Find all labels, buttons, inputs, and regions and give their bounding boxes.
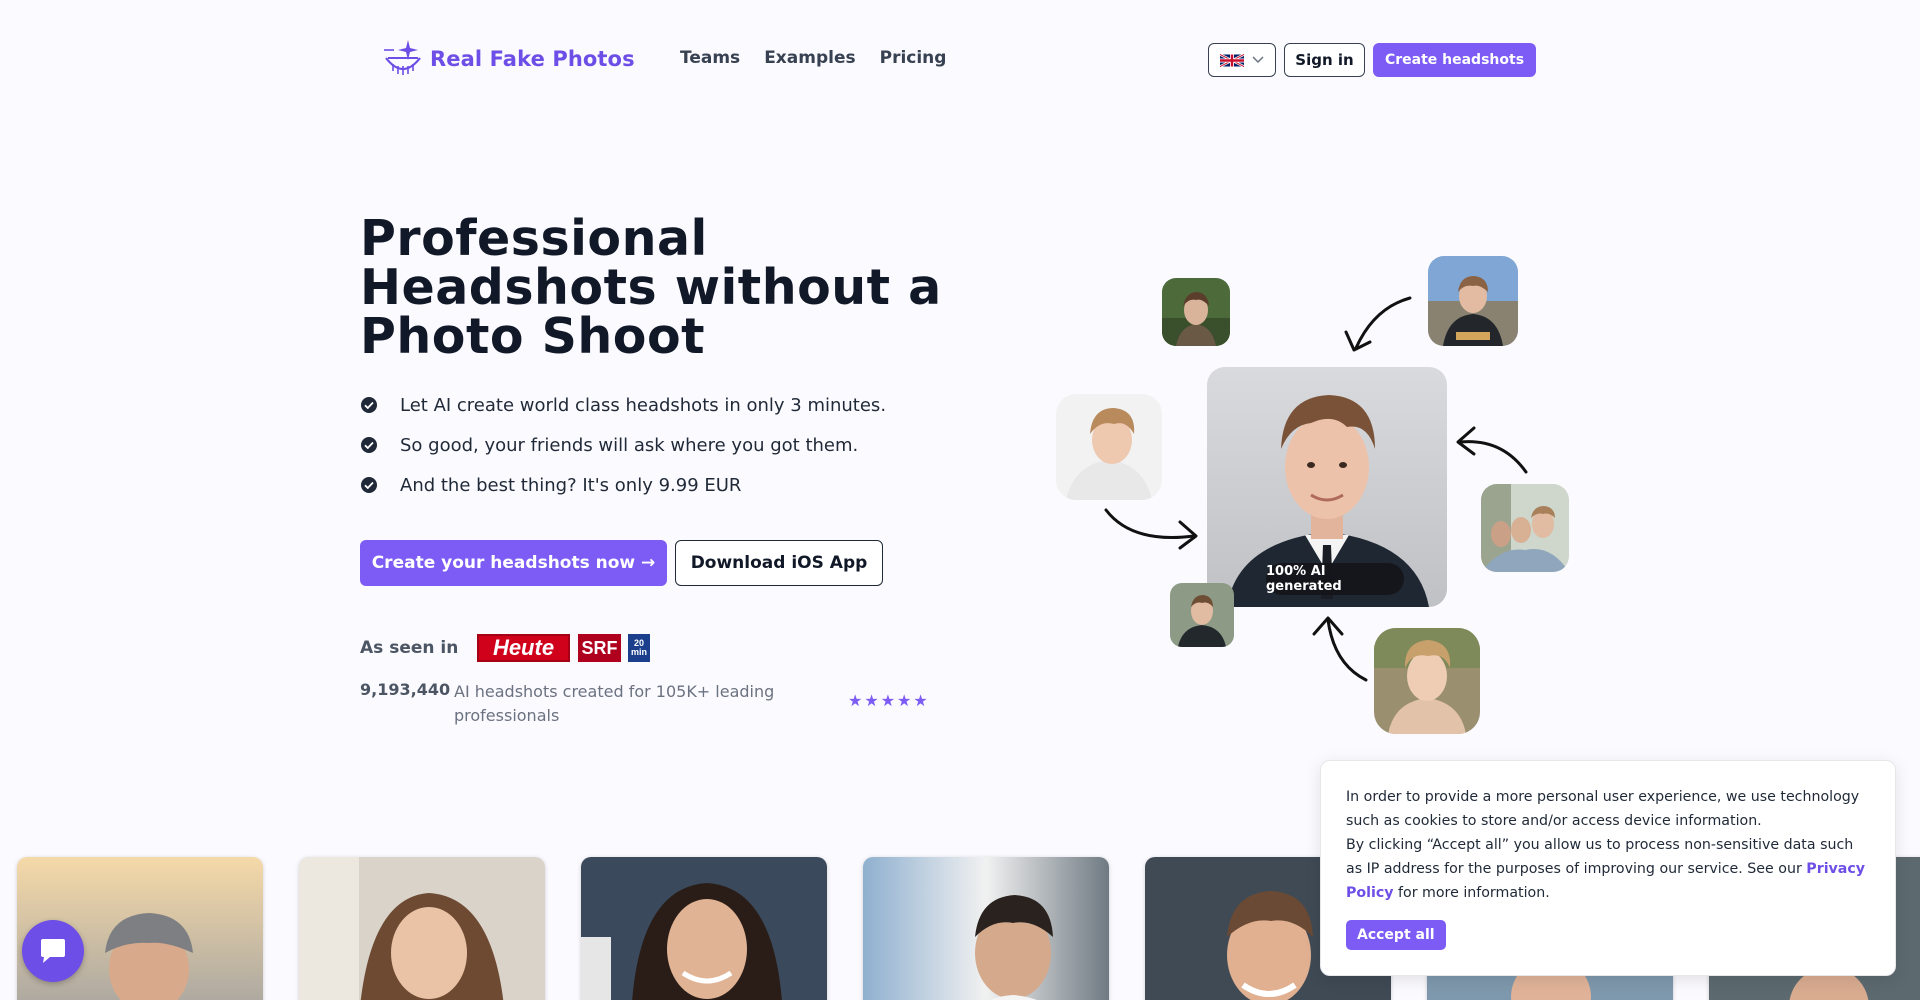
source-photo — [1056, 394, 1162, 500]
hero-bullet-text: Let AI create world class headshots in o… — [400, 394, 887, 416]
press-logo-20min: 20 min — [628, 634, 650, 662]
star-icon: ★ — [864, 691, 879, 710]
hero-title: Professional Headshots without a Photo S… — [360, 210, 942, 365]
headshots-counter-text: AI headshots created for 105K+ leading p… — [454, 682, 775, 725]
check-circle-icon — [361, 477, 377, 493]
cookie-consent-prefix: By clicking “Accept all” you allow us to… — [1346, 837, 1854, 877]
source-photo — [1374, 628, 1480, 734]
uk-flag-icon — [1220, 52, 1244, 68]
download-ios-app-button[interactable]: Download iOS App — [675, 540, 883, 586]
create-headshots-button[interactable]: Create headshots — [1373, 43, 1536, 77]
main-nav: Teams Examples Pricing — [680, 48, 946, 68]
headshots-counter: 9,193,440 — [360, 680, 451, 699]
gallery-headshot[interactable] — [581, 857, 827, 1000]
source-photo — [1170, 583, 1234, 647]
accept-all-button[interactable]: Accept all — [1346, 920, 1446, 950]
hero-bullet-text: So good, your friends will ask where you… — [400, 434, 859, 456]
brand-name: Real Fake Photos — [430, 47, 635, 71]
source-photo — [1481, 484, 1569, 572]
chat-button[interactable] — [22, 920, 84, 982]
source-photo — [1428, 256, 1518, 346]
star-icon: ★ — [880, 691, 896, 710]
cookie-banner: In order to provide a more personal user… — [1320, 760, 1896, 976]
press-logo-srf: SRF — [578, 634, 621, 662]
cookie-consent-text: By clicking “Accept all” you allow us to… — [1346, 833, 1871, 905]
sign-in-button[interactable]: Sign in — [1284, 43, 1365, 77]
nav-teams[interactable]: Teams — [680, 48, 740, 68]
brand-logo[interactable]: Real Fake Photos — [382, 38, 635, 80]
gallery-headshot[interactable] — [863, 857, 1109, 1000]
check-circle-icon — [361, 397, 377, 413]
hero-bullet: So good, your friends will ask where you… — [360, 425, 886, 465]
hero-bullet-text: And the best thing? It's only 9.99 EUR — [400, 474, 742, 496]
cookie-consent-suffix: for more information. — [1393, 885, 1550, 901]
hero-bullets: Let AI create world class headshots in o… — [360, 385, 886, 505]
star-icon: ★ — [897, 691, 912, 710]
cookie-text: In order to provide a more personal user… — [1346, 789, 1860, 829]
site-header: Real Fake Photos Teams Examples Pricing … — [0, 0, 1920, 120]
arrow-icon — [1104, 508, 1198, 550]
nav-pricing[interactable]: Pricing — [880, 48, 947, 68]
chat-bubble-icon — [41, 939, 65, 963]
language-select[interactable] — [1208, 43, 1276, 77]
as-seen-in-label: As seen in — [360, 638, 459, 658]
arrow-icon — [1344, 296, 1412, 352]
brand-logo-icon — [384, 40, 421, 75]
hero-bullet: Let AI create world class headshots in o… — [360, 385, 886, 425]
chevron-down-icon — [1252, 56, 1264, 64]
star-icon: ★ — [913, 691, 928, 710]
create-headshots-now-button[interactable]: Create your headshots now → — [360, 540, 667, 586]
ai-generated-badge: 100% AI generated — [1266, 563, 1404, 595]
nav-examples[interactable]: Examples — [764, 48, 855, 68]
hero-bullet: And the best thing? It's only 9.99 EUR — [360, 465, 886, 505]
rating-stars: ★ ★ ★ ★ ★ — [848, 693, 928, 709]
check-circle-icon — [361, 437, 377, 453]
gallery-headshot[interactable] — [299, 857, 545, 1000]
arrow-icon — [1456, 426, 1528, 474]
star-icon: ★ — [848, 691, 863, 710]
arrow-icon — [1312, 616, 1368, 682]
press-logo-heute: Heute — [477, 634, 570, 662]
source-photo — [1162, 278, 1230, 346]
